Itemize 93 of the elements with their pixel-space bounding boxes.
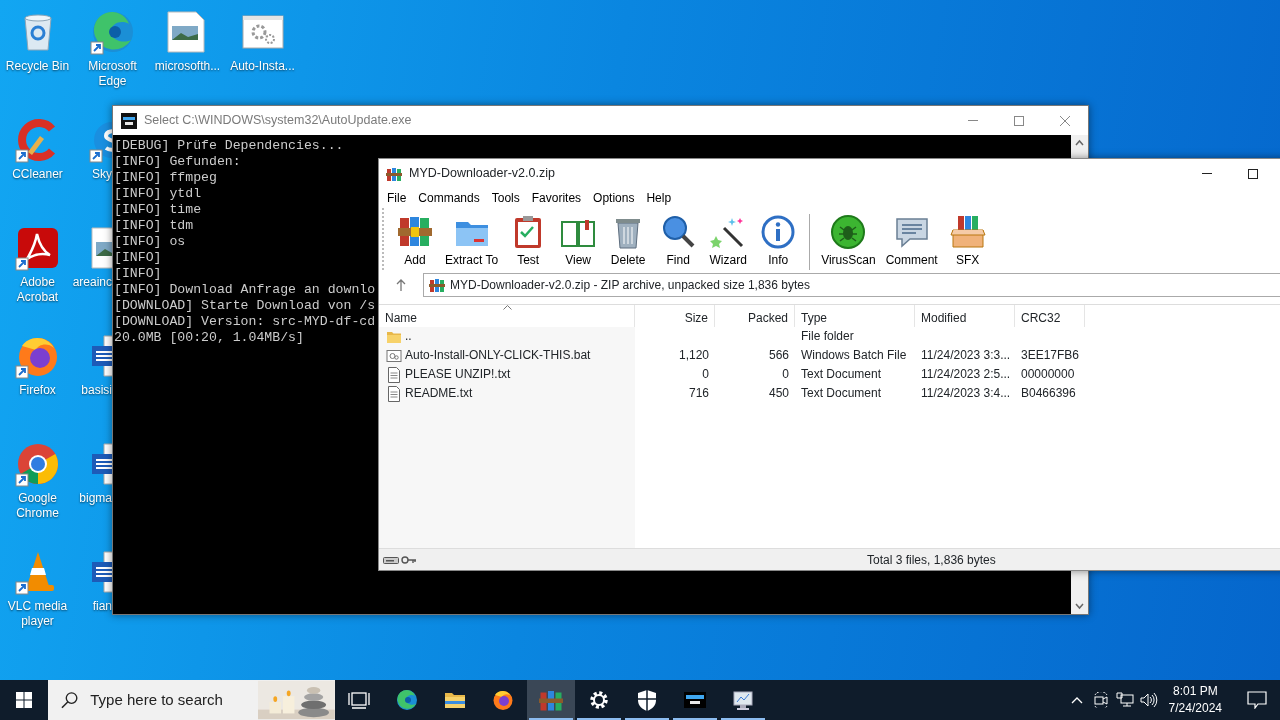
toolbar-button[interactable]: View [553,212,604,267]
notification-icon [1247,691,1267,709]
key-icon [401,554,417,565]
minimize-icon [968,120,978,121]
table-cell-text: 0 [701,366,710,383]
window-title: MYD-Downloader-v2.0.zip [409,165,555,183]
console-line: 20.0MB [00:20, 1.04MB/s] [114,330,304,346]
windows-logo-icon [16,692,32,708]
search-icon [61,691,79,709]
toolbar-button[interactable]: Add [390,212,440,267]
gear-file-icon [386,347,402,364]
file-row[interactable]: Auto-Install-ONLY-CLICK-THIS.bat 1,120 566 Windows Batch File 11/24/2023 3:3... 3EE17FB6 [379,346,1280,365]
up-arrow-icon [396,279,406,291]
toolbar-button[interactable]: Comment [880,212,943,267]
table-cell-text: 11/24/2023 3:3... [920,347,1012,364]
table-cell-text: 1,120 [677,347,710,364]
table-cell-text: 3EE17FB6 [1020,347,1081,364]
file-name: PLEASE UNZIP!.txt [405,366,511,383]
text-file-icon [386,366,402,383]
console-line: [INFO] Download Anfrage an downlo [114,282,376,298]
search-field[interactable]: Type here to search [88,687,259,713]
chevron-up-icon [1070,696,1083,704]
table-cell-text: 11/24/2023 3:4... [920,385,1012,402]
box-icon [949,214,986,250]
toolbar-button[interactable]: Info [753,212,804,267]
shield-icon [635,688,659,712]
console-line: [INFO] time [114,202,202,218]
menu-item[interactable]: File [381,189,413,207]
console-line: [DOWNLOAD] Starte Download von /s [114,298,376,314]
console-line: [INFO] ytdl [114,186,202,202]
table-cell-text: B0466396 [1020,385,1077,402]
toolbar-button[interactable]: VirusScan [816,212,881,267]
browser-icon [491,688,515,712]
menu-item[interactable]: Help [640,189,678,207]
menu-item[interactable]: Tools [485,189,526,207]
search-box[interactable]: Type here to search [48,680,335,720]
console-line: [INFO] os [114,234,186,250]
archive-books-icon [386,165,402,182]
table-cell-text: Windows Batch File [800,347,908,364]
table-cell-text: 00000000 [1020,366,1076,383]
maximize-icon [1014,115,1024,126]
drive-icon [383,554,399,565]
file-row[interactable]: README.txt 716 450 Text Document 11/24/2023 3:4... B0466396 [379,384,1280,403]
archive-books-icon [429,277,445,293]
table-cell-text: Text Document [800,385,883,402]
close-icon [1060,115,1070,126]
console-line: [INFO] tdm [114,218,194,234]
file-name: .. [405,328,412,345]
table-cell-text: 716 [687,385,710,402]
toolbar-button[interactable]: Extract To [440,212,504,267]
monitor-icon [731,688,755,712]
toolbar-button[interactable]: Delete [603,212,654,267]
console-line: [INFO] ffmpeg [114,170,217,186]
info-icon [760,214,797,250]
console-line: [INFO] [114,266,162,282]
console-line: [INFO] Gefunden: [114,154,241,170]
file-name: Auto-Install-ONLY-CLICK-THIS.bat [405,347,591,364]
console-app-icon [121,112,137,129]
menu-item[interactable]: Favorites [525,189,588,207]
minimize-icon [1202,173,1212,174]
table-cell-text: File folder [800,328,855,345]
file-row[interactable]: .. File folder [379,327,1280,346]
file-name: README.txt [405,385,473,402]
console-line: [DEBUG] Prüfe Dependencies... [114,138,344,154]
clock[interactable]: 8:01 PM 7/24/2024 [1160,680,1230,720]
archive-books-icon [539,688,563,712]
menu-item[interactable]: Commands [412,189,486,207]
menu-item[interactable]: Options [587,189,641,207]
text-file-icon [386,385,402,402]
gear-icon [587,688,611,712]
table-cell-text: 566 [767,347,790,364]
search-icon [660,214,697,250]
browser-icon [395,688,419,712]
address-text: MYD-Downloader-v2.0.zip - ZIP archive, unpacked size 1,836 bytes [450,277,810,294]
network-icon [1115,692,1134,708]
table-cell-text: 0 [781,366,790,383]
status-text: Total 3 files, 1,836 bytes [867,551,996,569]
table-cell-text: 11/24/2023 2:5... [920,366,1012,383]
toolbar-button[interactable]: SFX [942,212,993,267]
maximize-icon [1248,168,1258,179]
file-row[interactable]: PLEASE UNZIP!.txt 0 0 Text Document 11/24/2023 2:5... 00000000 [379,365,1280,384]
address-bar[interactable]: MYD-Downloader-v2.0.zip - ZIP archive, unpacked size 1,836 bytes [423,273,1280,297]
table-cell-text: Text Document [800,366,883,383]
bug-scan-icon [830,214,867,250]
window-title: Select C:\WINDOWS\system32\AutoUpdate.exe [144,112,412,130]
video-camera-icon [1092,692,1109,708]
speaker-icon [1139,692,1158,708]
console-line: [DOWNLOAD] Version: src-MYD-df-cd [114,314,376,330]
console-line: [INFO] [114,250,162,266]
toolbar-button[interactable]: Test [503,212,554,267]
toolbar-button[interactable]: Find [653,212,704,267]
table-cell-text: 450 [767,385,790,402]
toolbar-button[interactable]: Wizard [703,212,754,267]
